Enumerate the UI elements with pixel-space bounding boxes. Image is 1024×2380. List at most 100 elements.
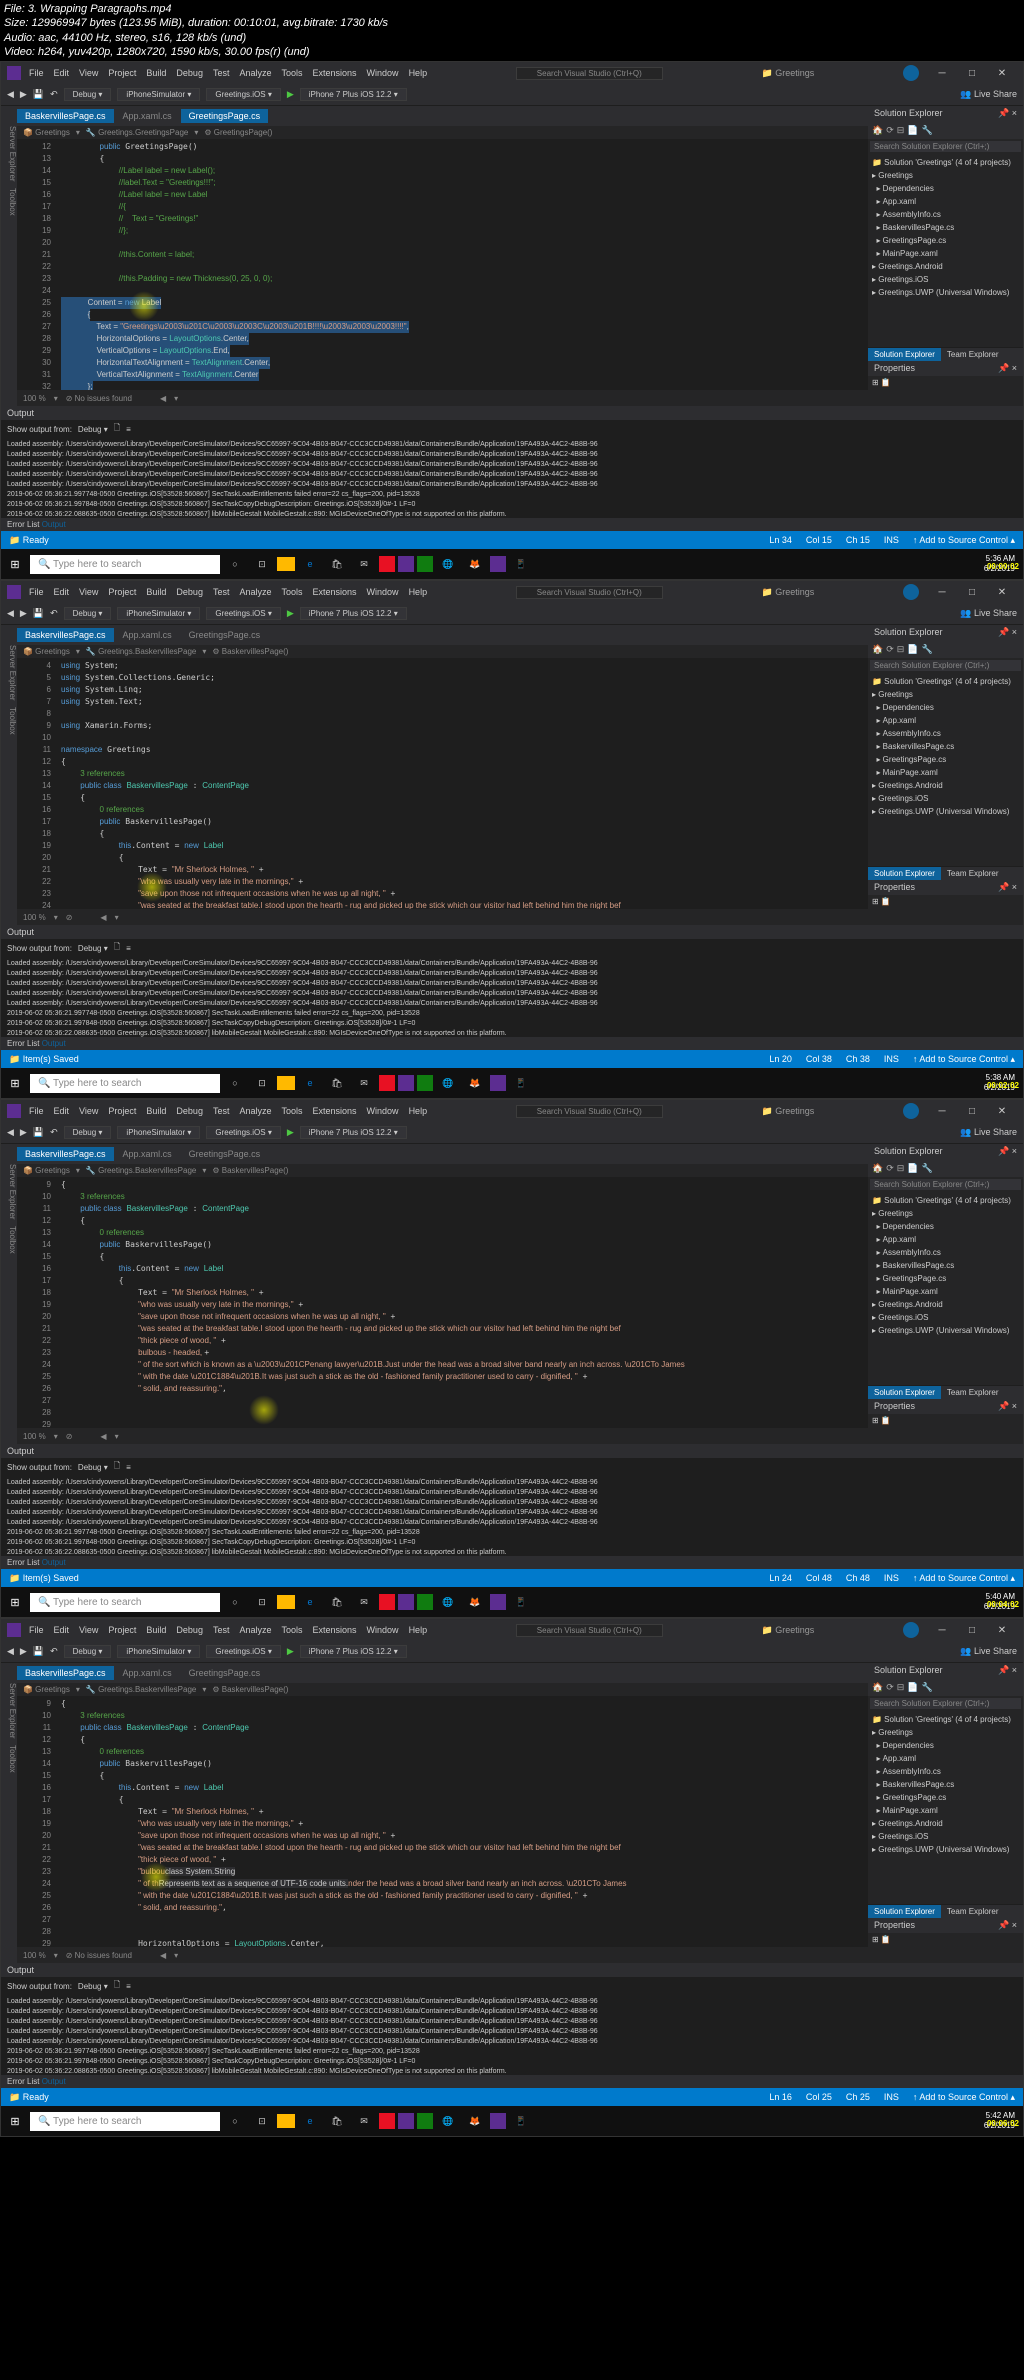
tree-item[interactable]: ▸ Dependencies xyxy=(872,1220,1019,1233)
edge-icon[interactable]: e xyxy=(298,2109,322,2133)
tree-item[interactable]: ▸ AssemblyInfo.cs xyxy=(872,1765,1019,1778)
file-tab[interactable]: GreetingsPage.cs xyxy=(181,628,270,642)
tree-item[interactable]: ▸ GreetingsPage.cs xyxy=(872,1791,1019,1804)
edge-icon[interactable]: e xyxy=(298,1590,322,1614)
file-tab[interactable]: BaskervillesPage.cs xyxy=(17,1147,115,1161)
code-editor[interactable]: 9101112131415161718192021222324252627282… xyxy=(17,1696,868,1947)
output-source-combo[interactable]: Debug ▾ xyxy=(78,425,108,434)
menu-test[interactable]: Test xyxy=(213,1625,230,1635)
tree-item[interactable]: ▸ GreetingsPage.cs xyxy=(872,1272,1019,1285)
firefox-icon[interactable]: 🦊 xyxy=(463,2109,487,2133)
save-icon[interactable]: 💾 xyxy=(33,1646,44,1657)
code-content[interactable]: public GreetingsPage() { //Label label =… xyxy=(57,139,868,390)
platform-combo[interactable]: iPhoneSimulator ▾ xyxy=(117,607,200,620)
startup-combo[interactable]: Greetings.iOS ▾ xyxy=(206,1126,280,1139)
error-list-tab[interactable]: Error List xyxy=(7,2077,39,2086)
file-tab[interactable]: BaskervillesPage.cs xyxy=(17,628,115,642)
menu-file[interactable]: File xyxy=(29,1106,44,1116)
menu-window[interactable]: Window xyxy=(367,587,399,597)
output-tab[interactable]: Output xyxy=(42,520,66,529)
menu-help[interactable]: Help xyxy=(409,1625,428,1635)
titlebar-search[interactable]: Search Visual Studio (Ctrl+Q) xyxy=(516,1624,663,1637)
show-all-icon[interactable]: 📄 xyxy=(907,125,918,136)
target-combo[interactable]: iPhone 7 Plus iOS 12.2 ▾ xyxy=(300,88,407,101)
sol-tab[interactable]: Solution Explorer xyxy=(868,867,941,880)
undo-icon[interactable]: ↶ xyxy=(50,1646,58,1657)
menu-edit[interactable]: Edit xyxy=(54,1625,70,1635)
live-share-button[interactable]: 👥 Live Share xyxy=(960,608,1017,619)
taskview-icon[interactable]: ⊡ xyxy=(250,1590,274,1614)
menu-file[interactable]: File xyxy=(29,1625,44,1635)
toggle-icon[interactable]: ≡ xyxy=(126,1982,131,1991)
properties-icon[interactable]: 🔧 xyxy=(922,1682,933,1693)
user-badge-icon[interactable] xyxy=(903,1103,919,1119)
explorer-icon[interactable] xyxy=(277,1595,295,1609)
vs-icon[interactable] xyxy=(490,556,506,572)
play-icon[interactable]: ▶ xyxy=(287,1646,294,1657)
issues-indicator[interactable]: ⊘ xyxy=(66,913,73,922)
output-source-combo[interactable]: Debug ▾ xyxy=(78,944,108,953)
menu-edit[interactable]: Edit xyxy=(54,68,70,78)
clear-icon[interactable]: 🗋 xyxy=(114,941,120,955)
nav-fwd-icon[interactable]: ▶ xyxy=(20,608,27,619)
startup-combo[interactable]: Greetings.iOS ▾ xyxy=(206,88,280,101)
user-badge-icon[interactable] xyxy=(903,65,919,81)
app-icon[interactable] xyxy=(379,556,395,572)
undo-icon[interactable]: ↶ xyxy=(50,89,58,100)
live-share-button[interactable]: 👥 Live Share xyxy=(960,1646,1017,1657)
menu-analyze[interactable]: Analyze xyxy=(239,587,271,597)
tree-item[interactable]: ▸ Greetings.UWP (Universal Windows) xyxy=(872,1843,1019,1856)
tree-item[interactable]: ▸ MainPage.xaml xyxy=(872,1285,1019,1298)
vs-icon[interactable] xyxy=(490,2113,506,2129)
pin-icon[interactable]: 📌 × xyxy=(998,108,1017,119)
collapse-icon[interactable]: ⊟ xyxy=(897,1163,905,1174)
menu-tools[interactable]: Tools xyxy=(282,587,303,597)
explorer-icon[interactable] xyxy=(277,1076,295,1090)
tree-item[interactable]: ▸ MainPage.xaml xyxy=(872,1804,1019,1817)
home-icon[interactable]: 🏠 xyxy=(872,644,883,655)
cortana-icon[interactable]: ○ xyxy=(223,552,247,576)
config-combo[interactable]: Debug ▾ xyxy=(64,607,112,620)
tree-item[interactable]: ▸ Greetings.Android xyxy=(872,260,1019,273)
breadcrumb-part[interactable]: ⚙ BaskervillesPage() xyxy=(212,647,288,656)
app-icon[interactable] xyxy=(417,2113,433,2129)
chrome-icon[interactable]: 🌐 xyxy=(436,1590,460,1614)
target-combo[interactable]: iPhone 7 Plus iOS 12.2 ▾ xyxy=(300,1126,407,1139)
tree-item[interactable]: ▸ AssemblyInfo.cs xyxy=(872,208,1019,221)
mail-icon[interactable]: ✉ xyxy=(352,1590,376,1614)
menu-build[interactable]: Build xyxy=(146,1106,166,1116)
simulator-icon[interactable]: 📱 xyxy=(509,1071,533,1095)
config-combo[interactable]: Debug ▾ xyxy=(64,88,112,101)
menu-file[interactable]: File xyxy=(29,68,44,78)
platform-combo[interactable]: iPhoneSimulator ▾ xyxy=(117,88,200,101)
nav-fwd-icon[interactable]: ▶ xyxy=(20,1127,27,1138)
tree-item[interactable]: ▸ BaskervillesPage.cs xyxy=(872,221,1019,234)
output-content[interactable]: Loaded assembly: /Users/cindyowens/Libra… xyxy=(1,438,1023,518)
minimize-icon[interactable]: ─ xyxy=(927,1625,957,1636)
cortana-icon[interactable]: ○ xyxy=(223,2109,247,2133)
menu-project[interactable]: Project xyxy=(108,587,136,597)
menu-edit[interactable]: Edit xyxy=(54,1106,70,1116)
props-sort-icon[interactable]: ⊞ 📋 xyxy=(872,897,891,906)
user-badge-icon[interactable] xyxy=(903,1622,919,1638)
taskbar-search[interactable]: 🔍 Type here to search xyxy=(30,1593,220,1612)
output-content[interactable]: Loaded assembly: /Users/cindyowens/Libra… xyxy=(1,1476,1023,1556)
startup-combo[interactable]: Greetings.iOS ▾ xyxy=(206,607,280,620)
left-tool-tabs[interactable]: Server Explorer Toolbox xyxy=(1,106,17,406)
tree-item[interactable]: ▸ Greetings xyxy=(872,169,1019,182)
save-icon[interactable]: 💾 xyxy=(33,89,44,100)
output-content[interactable]: Loaded assembly: /Users/cindyowens/Libra… xyxy=(1,957,1023,1037)
target-combo[interactable]: iPhone 7 Plus iOS 12.2 ▾ xyxy=(300,607,407,620)
app-icon[interactable] xyxy=(398,1075,414,1091)
menu-file[interactable]: File xyxy=(29,587,44,597)
menu-window[interactable]: Window xyxy=(367,1106,399,1116)
nav-back-icon[interactable]: ◀ xyxy=(7,89,14,100)
props-sort-icon[interactable]: ⊞ 📋 xyxy=(872,1935,891,1944)
menu-help[interactable]: Help xyxy=(409,68,428,78)
app-icon[interactable] xyxy=(398,556,414,572)
left-tool-tabs[interactable]: Server Explorer Toolbox xyxy=(1,1663,17,1963)
vs-icon[interactable] xyxy=(490,1075,506,1091)
menu-build[interactable]: Build xyxy=(146,587,166,597)
tree-item[interactable]: ▸ BaskervillesPage.cs xyxy=(872,740,1019,753)
pin-icon[interactable]: 📌 × xyxy=(998,1665,1017,1676)
